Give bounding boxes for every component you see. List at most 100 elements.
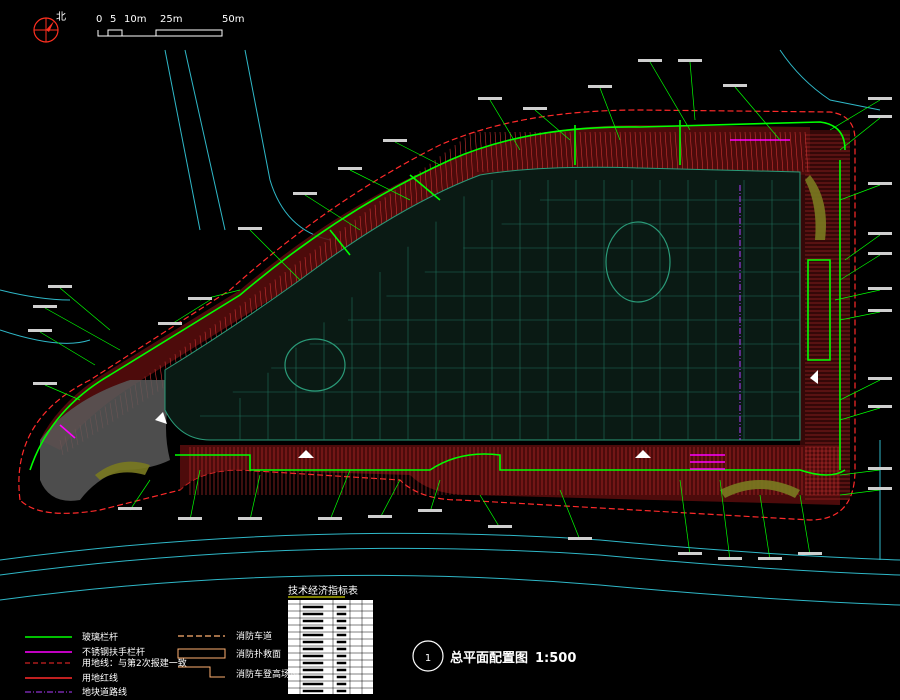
scale-tick-25: 25m (160, 14, 182, 25)
table-cell-text (302, 626, 324, 630)
callout-tag (868, 405, 892, 408)
callout-tag (868, 115, 892, 118)
table-title: 技术经济指标表 (288, 584, 358, 597)
callout-tag (868, 467, 892, 470)
west-plaza (40, 380, 175, 501)
callout-leader (249, 474, 261, 521)
table-cell-text (302, 668, 324, 672)
callout-tag (638, 59, 662, 62)
callout-leader (59, 287, 111, 331)
callout-leader (689, 61, 696, 121)
table-cell-text (336, 682, 347, 686)
callout-tag (238, 517, 262, 520)
legend-steel-railing: 不锈钢扶手栏杆 (82, 646, 145, 658)
table-cell-text (336, 605, 347, 609)
table-cell-text (302, 654, 324, 658)
callout-tag (868, 287, 892, 290)
table-cell-text (302, 682, 324, 686)
table-cell-text (336, 633, 347, 637)
table-cell-text (302, 689, 324, 693)
north-arrow: 北 (33, 11, 66, 43)
callout-leader (129, 479, 151, 511)
callout-tag (338, 167, 362, 170)
callout-leader (39, 331, 96, 366)
technical-table: 技术经济指标表 (288, 584, 373, 694)
table-cell-text (336, 619, 347, 623)
legend-left: 玻璃栏杆 不锈钢扶手栏杆 用地线：与第2次报建一致 用地红线 地块道路线 (25, 631, 187, 698)
scale-tick-5: 5 (110, 14, 116, 25)
site-plan-drawing: 北 0 5 10m 25m 50m 技术经济指标表 玻璃栏杆 不锈钢扶手栏杆 用… (0, 11, 900, 698)
callout-tag (158, 322, 182, 325)
table-cell-text (336, 675, 347, 679)
callout-tag (478, 97, 502, 100)
legend-right: 消防车道 消防扑救面 消防车登高场地 (177, 630, 299, 680)
callout-tag (678, 552, 702, 555)
drawing-scale: 1:500 (535, 651, 576, 666)
legend-landuse-line: 用地线：与第2次报建一致 (82, 657, 187, 669)
table-cell-text (336, 668, 347, 672)
callout-tag (868, 309, 892, 312)
callout-tag (318, 517, 342, 520)
callout-tag (383, 139, 407, 142)
callout-tag (368, 515, 392, 518)
callout-tag (293, 192, 317, 195)
table-cell-text (302, 640, 324, 644)
table-cell-text (336, 612, 347, 616)
table-cell-text (302, 619, 324, 623)
callout-tag (118, 507, 142, 510)
callout-leader (394, 141, 441, 166)
table-cell-text (336, 640, 347, 644)
callout-leader (479, 494, 501, 529)
callout-tag (588, 85, 612, 88)
drawing-number: 1 (425, 653, 431, 664)
table-cell-text (336, 647, 347, 651)
table-cell-text (336, 626, 347, 630)
callout-tag (48, 285, 72, 288)
table-cell-text (302, 661, 324, 665)
scale-tick-0: 0 (96, 14, 102, 25)
scale-bar: 0 5 10m 25m 50m (96, 14, 244, 37)
callout-tag (28, 329, 52, 332)
callout-tag (868, 97, 892, 100)
table-cell-text (302, 633, 324, 637)
callout-tag (798, 552, 822, 555)
table-cell-text (336, 654, 347, 658)
legend-fire-lane: 消防车道 (236, 630, 272, 642)
table-cell-text (302, 605, 324, 609)
callout-leader (329, 469, 351, 521)
callout-tag (33, 382, 57, 385)
callout-tag (868, 252, 892, 255)
callout-tag (418, 509, 442, 512)
scale-tick-10: 10m (124, 14, 146, 25)
legend-glass-railing: 玻璃栏杆 (82, 631, 118, 643)
table-cell-text (302, 647, 324, 651)
legend-fire-face: 消防扑救面 (236, 648, 281, 660)
legend-red-line: 用地红线 (82, 672, 118, 684)
legend-fire-site: 消防车登高场地 (236, 668, 299, 680)
table-cell-text (302, 612, 324, 616)
callout-tag (868, 487, 892, 490)
callout-tag (758, 557, 782, 560)
callout-tag (723, 84, 747, 87)
callout-leader (44, 384, 81, 401)
callout-tag (523, 107, 547, 110)
callout-leader (759, 494, 771, 561)
callout-tag (188, 297, 212, 300)
legend-road-line: 地块道路线 (82, 686, 127, 698)
callout-tag (238, 227, 262, 230)
drawing-title: 总平面配置图 (450, 650, 528, 666)
north-mark: 北 (56, 11, 66, 23)
callout-tag (33, 305, 57, 308)
callout-leader (649, 61, 691, 131)
table-cell-text (336, 689, 347, 693)
table-cell-text (302, 675, 324, 679)
title-block: 1 总平面配置图 1:500 (412, 640, 576, 672)
scale-tick-50: 50m (222, 14, 244, 25)
callout-tag (178, 517, 202, 520)
callout-tag (488, 525, 512, 528)
callout-tag (868, 232, 892, 235)
callout-tag (568, 537, 592, 540)
callout-tag (678, 59, 702, 62)
callout-tag (868, 182, 892, 185)
callout-tag (718, 557, 742, 560)
